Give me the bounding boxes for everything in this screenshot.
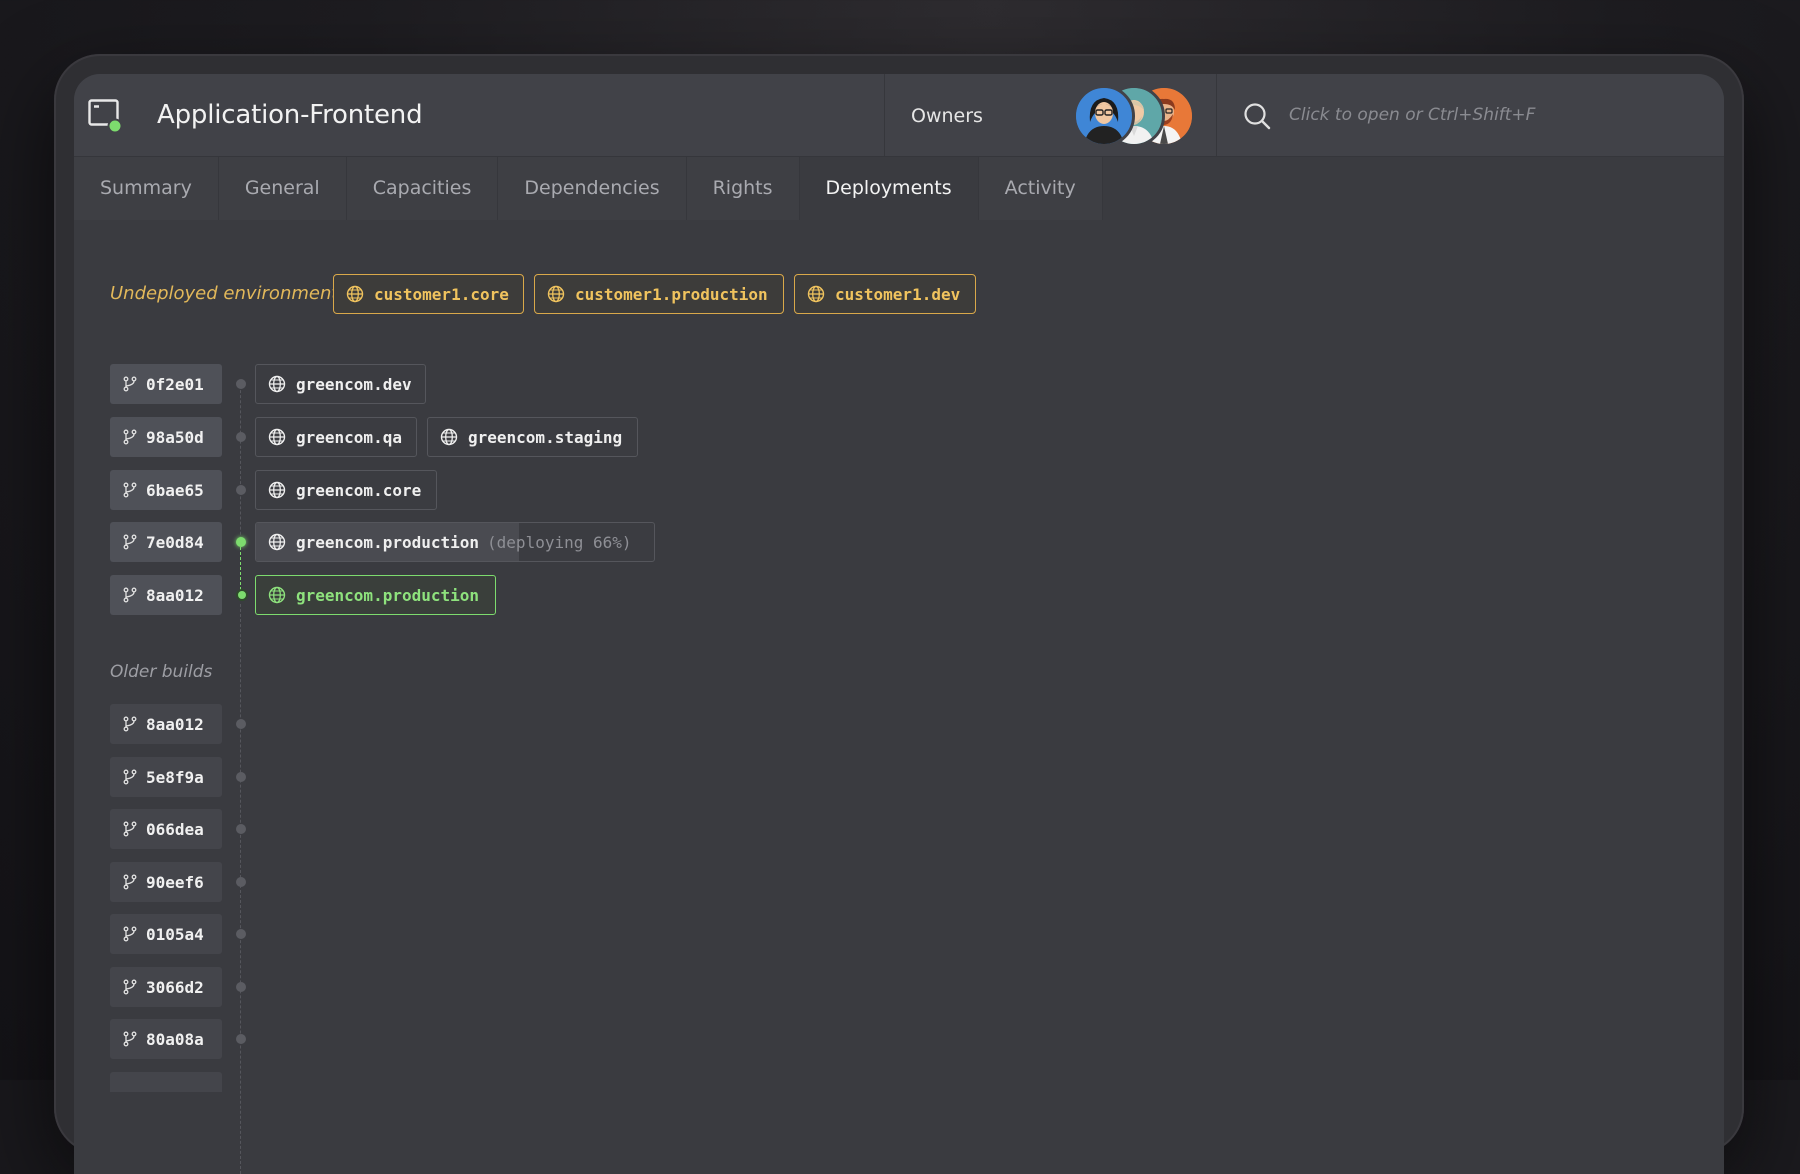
older-build-chip[interactable]: 3066d2 (110, 967, 222, 1007)
search-input[interactable]: Click to open or Ctrl+Shift+F (1289, 105, 1535, 125)
env-name: greencom.qa (296, 427, 402, 447)
git-branch-icon (123, 874, 137, 890)
git-branch-icon (123, 429, 137, 445)
tab-dependencies[interactable]: Dependencies (498, 157, 687, 220)
timeline-dot (236, 824, 246, 834)
timeline-dot (236, 432, 246, 442)
older-build-chip[interactable]: 80a08a (110, 1019, 222, 1059)
build-hash: 3066d2 (146, 977, 204, 997)
deployment-chip[interactable]: greencom.core (255, 470, 437, 510)
git-branch-icon (123, 926, 137, 942)
build-hash: 8aa012 (146, 714, 204, 734)
git-branch-icon (123, 821, 137, 837)
env-name: greencom.production (296, 532, 480, 552)
deployment-chip[interactable]: greencom.qa (255, 417, 417, 457)
older-build-chip[interactable]: 8aa012 (110, 704, 222, 744)
timeline-dot (236, 379, 246, 389)
git-branch-icon (123, 716, 137, 732)
git-branch-icon (123, 376, 137, 392)
app-title: Application-Frontend (157, 100, 423, 130)
build-chip[interactable]: 0f2e01 (110, 364, 222, 404)
timeline-line (240, 380, 241, 560)
owners-section[interactable]: Owners (884, 74, 1217, 156)
build-hash: 90eef6 (146, 872, 204, 892)
git-branch-icon (123, 482, 137, 498)
deployment-chip-current[interactable]: greencom.production (255, 575, 496, 615)
tab-rights[interactable]: Rights (686, 157, 800, 220)
app-window: Application-Frontend Owners Click to ope… (74, 74, 1724, 1174)
build-hash: 6bae65 (146, 480, 204, 500)
build-chip[interactable]: 98a50d (110, 417, 222, 457)
timeline-dot (236, 1034, 246, 1044)
globe-icon (268, 375, 286, 393)
build-chip[interactable]: 8aa012 (110, 575, 222, 615)
timeline-dot (236, 772, 246, 782)
globe-icon (268, 586, 286, 604)
globe-icon (268, 481, 286, 499)
undeployed-label: Undeployed environments: (110, 283, 354, 304)
env-name: greencom.staging (468, 427, 623, 447)
env-name: customer1.core (374, 284, 509, 304)
older-build-chip[interactable]: 066dea (110, 809, 222, 849)
deployment-chip[interactable]: greencom.staging (427, 417, 638, 457)
timeline-dot (236, 485, 246, 495)
deployment-chip-in-progress[interactable]: greencom.production (deploying 66%) (255, 522, 655, 562)
undeployed-env-chip[interactable]: customer1.dev (794, 274, 976, 314)
tab-deployments[interactable]: Deployments (799, 157, 979, 220)
git-branch-icon (123, 534, 137, 550)
undeployed-env-chip[interactable]: customer1.production (534, 274, 784, 314)
git-branch-icon (123, 587, 137, 603)
env-name: greencom.core (296, 480, 422, 500)
env-name: customer1.dev (835, 284, 961, 304)
deployment-chip[interactable]: greencom.dev (255, 364, 426, 404)
older-builds-label: Older builds (110, 662, 213, 682)
timeline-dot-active (236, 537, 246, 547)
git-branch-icon (123, 1031, 137, 1047)
timeline-dot (236, 877, 246, 887)
build-chip[interactable]: 6bae65 (110, 470, 222, 510)
timeline-dot (236, 929, 246, 939)
app-icon (88, 99, 122, 133)
globe-icon (268, 428, 286, 446)
build-hash: 98a50d (146, 427, 204, 447)
timeline-line (240, 604, 241, 1174)
env-name: greencom.dev (296, 374, 412, 394)
timeline-dot-current (236, 589, 248, 601)
build-hash: 8aa012 (146, 585, 204, 605)
globe-icon (346, 285, 364, 303)
older-build-chip[interactable]: 0105a4 (110, 914, 222, 954)
build-hash: 066dea (146, 819, 204, 839)
env-name: greencom.production (296, 585, 480, 605)
build-hash: 0105a4 (146, 924, 204, 944)
timeline-dot (236, 719, 246, 729)
older-build-chip[interactable]: 5e8f9a (110, 757, 222, 797)
older-build-chip[interactable]: 90eef6 (110, 862, 222, 902)
build-hash: 5e8f9a (146, 767, 204, 787)
tab-general[interactable]: General (218, 157, 347, 220)
build-hash: 0f2e01 (146, 374, 204, 394)
older-build-chip-partial[interactable] (110, 1072, 222, 1092)
globe-icon (268, 533, 286, 551)
build-hash: 80a08a (146, 1029, 204, 1049)
globe-icon (807, 285, 825, 303)
owners-label: Owners (911, 105, 983, 127)
tab-summary[interactable]: Summary (74, 157, 219, 220)
globe-icon (440, 428, 458, 446)
git-branch-icon (123, 979, 137, 995)
globe-icon (547, 285, 565, 303)
deploy-status: (deploying 66%) (487, 532, 632, 552)
header: Application-Frontend Owners Click to ope… (74, 74, 1724, 157)
build-hash: 7e0d84 (146, 532, 204, 552)
undeployed-env-chip[interactable]: customer1.core (333, 274, 524, 314)
tab-activity[interactable]: Activity (978, 157, 1103, 220)
build-chip[interactable]: 7e0d84 (110, 522, 222, 562)
avatar[interactable] (1073, 85, 1135, 147)
tab-bar: Summary General Capacities Dependencies … (74, 157, 1103, 220)
timeline-dot (236, 982, 246, 992)
git-branch-icon (123, 769, 137, 785)
search-icon[interactable] (1242, 101, 1272, 131)
env-name: customer1.production (575, 284, 768, 304)
tab-capacities[interactable]: Capacities (346, 157, 499, 220)
